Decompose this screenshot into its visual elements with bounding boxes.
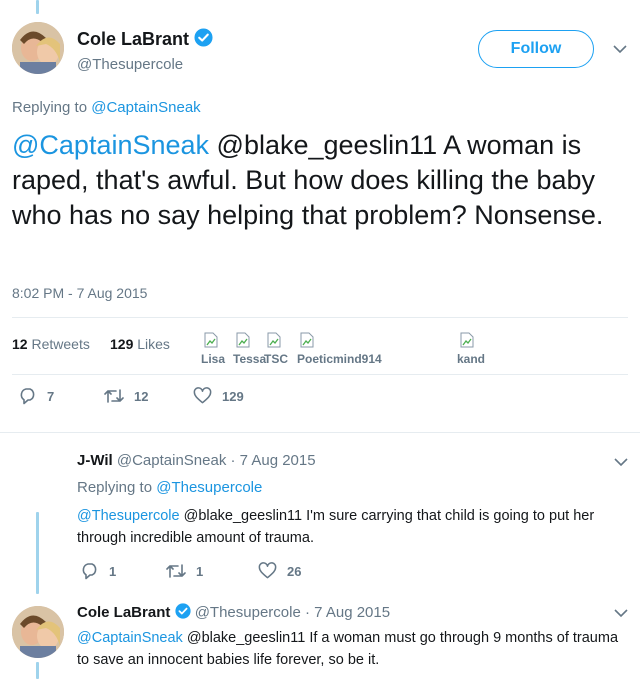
reply-1-replying-to: Replying to @Thesupercole [77,479,262,496]
broken-image-icon [460,332,474,348]
liker-avatar[interactable]: Lisa [201,332,225,366]
like-label: Likes [137,336,170,352]
verified-badge-icon [194,28,213,47]
reply-2-author-handle[interactable]: @Thesupercole [195,604,301,621]
chevron-down-icon[interactable] [614,608,628,618]
author-handle[interactable]: @Thesupercole [77,56,183,73]
replying-prefix: Replying to [12,99,88,116]
like-count: 129 [222,388,244,404]
liker-avatar[interactable]: Tessa [233,332,266,366]
mention-captainsneak[interactable]: @CaptainSneak [12,130,209,160]
heart-icon [193,387,212,404]
like-button[interactable]: 129 [193,387,244,405]
reply-2-author-name[interactable]: Cole LaBrant [77,604,170,621]
retweet-stat[interactable]: 12 Retweets [12,336,90,352]
reply-icon [82,563,97,580]
divider [12,374,628,375]
divider [12,317,628,318]
retweet-icon [166,564,186,578]
retweet-count: 12 [134,388,149,404]
thread-line-reply-2 [36,662,39,679]
mention-thesupercole[interactable]: @Thesupercole [77,508,180,524]
reply-1-date[interactable]: · 7 Aug 2015 [231,452,316,469]
retweet-icon [104,389,124,403]
liker-name: TSC [264,352,288,366]
thread-line-top [36,0,39,14]
liker-avatar[interactable]: TSC [264,332,288,366]
liker-name: Poeticmind914 [297,352,382,366]
broken-image-icon [236,332,250,348]
verified-badge-icon [174,603,191,619]
retweet-label: Retweets [31,336,90,352]
like-count: 129 [110,336,134,352]
reply-button[interactable]: 1 [81,562,116,580]
like-count: 26 [287,563,302,579]
reply-2-date[interactable]: · 7 Aug 2015 [305,604,390,621]
mention-captainsneak[interactable]: @CaptainSneak [77,630,183,646]
thread-line-reply-1 [36,512,39,594]
author-name[interactable]: Cole LaBrant [77,29,189,49]
liker-avatar[interactable]: kand [457,332,485,366]
avatar-photo [12,606,64,658]
reply-2-text: @CaptainSneak @blake_geeslin11 If a woma… [77,627,627,671]
replying-prefix: Replying to [77,479,153,496]
liker-name: Lisa [201,352,226,366]
mention-blake[interactable]: @blake_geeslin11 [217,130,438,160]
divider [0,432,640,433]
reply-icon [20,388,35,405]
like-stat[interactable]: 129 Likes [110,336,170,352]
liker-name: Tessa [233,352,267,366]
retweet-count: 12 [12,336,28,352]
retweet-count: 1 [196,563,204,579]
liker-name: kand [457,352,486,366]
replying-to-link[interactable]: @Thesupercole [156,479,262,496]
retweet-button[interactable]: 1 [166,562,203,580]
reply-button[interactable]: 7 [19,387,54,405]
heart-icon [258,562,277,579]
broken-image-icon [300,332,314,348]
reply-1-header: J-Wil @CaptainSneak · 7 Aug 2015 [77,452,316,469]
reply-1-text: @Thesupercole @blake_geeslin11 I'm sure … [77,505,637,549]
reply-1-author-name[interactable]: J-Wil [77,452,113,469]
tweet-timestamp[interactable]: 8:02 PM - 7 Aug 2015 [12,285,147,301]
chevron-down-icon[interactable] [614,457,628,467]
follow-button[interactable]: Follow [478,30,594,68]
reply-count: 7 [47,388,55,404]
replying-to: Replying to @CaptainSneak [12,99,201,116]
replying-to-link[interactable]: @CaptainSneak [91,99,200,116]
author-avatar[interactable] [12,22,64,74]
like-button[interactable]: 26 [258,562,301,580]
chevron-down-icon[interactable] [613,44,627,54]
retweet-button[interactable]: 12 [104,387,148,405]
broken-image-icon [204,332,218,348]
reply-1-author-handle[interactable]: @CaptainSneak [117,452,226,469]
reply-2-avatar[interactable] [12,606,64,658]
reply-count: 1 [109,563,117,579]
tweet-text: @CaptainSneak @blake_geeslin11 A woman i… [12,128,632,233]
avatar-photo [12,22,64,74]
reply-2-header: Cole LaBrant @Thesupercole · 7 Aug 2015 [77,603,390,621]
broken-image-icon [267,332,281,348]
liker-avatar[interactable]: Poeticmind914 [297,332,382,366]
